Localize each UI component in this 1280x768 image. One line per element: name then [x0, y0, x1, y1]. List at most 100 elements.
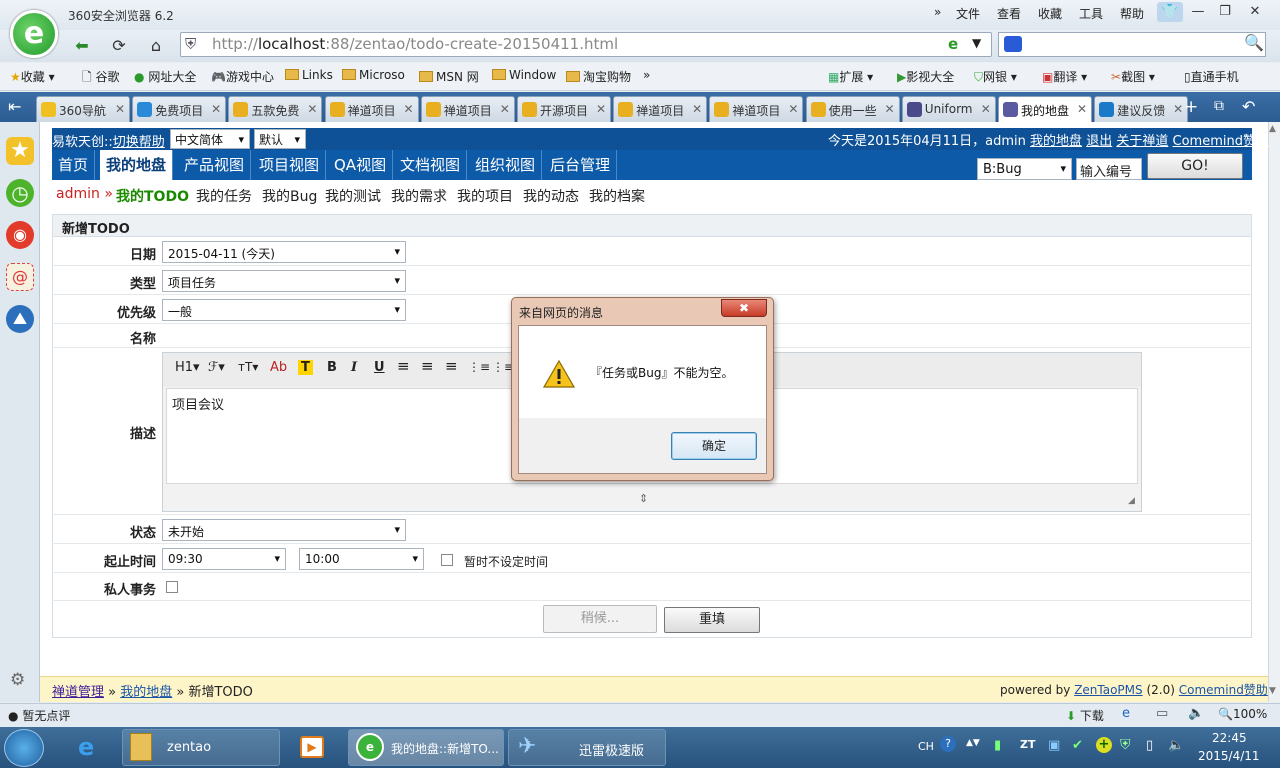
- history-clock-icon[interactable]: ◷: [6, 179, 34, 207]
- resize-handle-icon[interactable]: ⇕: [639, 492, 648, 505]
- tab-6[interactable]: 禅道项目 ✕: [613, 96, 708, 122]
- tray-window-icon[interactable]: ▣: [1048, 738, 1060, 753]
- tab-5[interactable]: 开源项目 ✕: [517, 96, 611, 122]
- nav-project[interactable]: 项目视图: [253, 150, 327, 180]
- highlight-icon[interactable]: T: [298, 360, 313, 375]
- tray-shield-icon[interactable]: ⛨: [1120, 737, 1131, 753]
- resize-corner-icon[interactable]: ◢: [1128, 496, 1135, 506]
- extensions-button[interactable]: ▦扩展 ▾: [828, 68, 873, 85]
- end-time-select[interactable]: 10:00: [299, 548, 424, 570]
- tab-close-icon[interactable]: ✕: [115, 102, 125, 116]
- my-dashboard-link[interactable]: 我的地盘: [1030, 134, 1082, 149]
- settings-gear-icon[interactable]: ⚙: [10, 670, 25, 690]
- scroll-down-icon[interactable]: ▼: [1269, 686, 1276, 696]
- ordered-list-icon[interactable]: ⋮≡: [468, 360, 490, 374]
- tab-7[interactable]: 禅道项目 ✕: [709, 96, 804, 122]
- menu-tools[interactable]: 工具: [1079, 5, 1103, 22]
- tab-close-icon[interactable]: ✕: [1077, 102, 1087, 116]
- underline-icon[interactable]: U: [374, 360, 385, 375]
- subnav-my-bugs[interactable]: 我的Bug: [262, 186, 317, 206]
- bookmark-taobao[interactable]: 淘宝购物: [566, 68, 631, 85]
- italic-icon[interactable]: I: [351, 360, 357, 375]
- scroll-up-icon[interactable]: ▲: [1269, 124, 1276, 134]
- restore-button[interactable]: ❐: [1212, 2, 1238, 22]
- search-input[interactable]: [998, 32, 1266, 57]
- tab-close-icon[interactable]: ✕: [1173, 102, 1183, 116]
- nav-home[interactable]: 首页: [52, 150, 96, 180]
- footer-sponsor-link[interactable]: Comemind赞助: [1179, 683, 1268, 697]
- search-type-select[interactable]: B:Bug: [977, 158, 1072, 180]
- tab-close-icon[interactable]: ✕: [981, 102, 991, 116]
- help-icon[interactable]: ?: [940, 736, 956, 752]
- heading-icon[interactable]: H1▾: [175, 360, 200, 375]
- screenshot-button[interactable]: ✂截图 ▾: [1111, 68, 1155, 85]
- breadcrumb-dashboard[interactable]: 我的地盘: [120, 685, 172, 700]
- skin-icon[interactable]: 👕: [1157, 2, 1183, 22]
- undo-close-icon[interactable]: ↶: [1242, 97, 1255, 116]
- zentao-pms-link[interactable]: ZenTaoPMS: [1074, 683, 1142, 697]
- tab-close-icon[interactable]: ✕: [596, 102, 606, 116]
- nav-doc[interactable]: 文档视图: [394, 150, 468, 180]
- menu-view[interactable]: 查看: [997, 5, 1021, 22]
- subnav-my-projects[interactable]: 我的项目: [457, 186, 513, 206]
- mail-icon[interactable]: @: [6, 263, 34, 291]
- window-mode-icon[interactable]: ▭: [1156, 706, 1168, 721]
- bookmark-games[interactable]: 🎮游戏中心: [211, 68, 274, 85]
- bookmark-windows[interactable]: Window: [492, 68, 556, 82]
- sound-icon[interactable]: 🔈: [1188, 706, 1204, 721]
- subnav-my-profile[interactable]: 我的档案: [589, 186, 645, 206]
- start-button[interactable]: [4, 729, 44, 767]
- bookmark-favorites[interactable]: ★收藏 ▾: [10, 68, 55, 85]
- home-icon[interactable]: ⌂: [143, 34, 169, 58]
- language-select[interactable]: 中文简体: [170, 129, 250, 149]
- url-dropdown-icon[interactable]: ▼: [972, 36, 981, 50]
- clock-date[interactable]: 2015/4/11: [1198, 749, 1260, 763]
- type-select[interactable]: 项目任务: [162, 270, 406, 292]
- subnav-my-todo[interactable]: 我的TODO: [116, 186, 189, 206]
- about-link[interactable]: 关于禅道: [1116, 134, 1168, 149]
- logout-link[interactable]: 退出: [1086, 134, 1112, 149]
- tab-8[interactable]: 使用一些 ✕: [805, 96, 900, 122]
- back-arrow-icon[interactable]: ⬅: [69, 34, 95, 58]
- tab-close-icon[interactable]: ✕: [211, 102, 221, 116]
- tab-1[interactable]: 免费项目 ✕: [132, 96, 227, 122]
- menu-file[interactable]: 文件: [956, 5, 980, 22]
- go-button[interactable]: GO!: [1147, 153, 1243, 179]
- app-icon[interactable]: ⛰: [6, 305, 34, 333]
- url-text[interactable]: http://localhost:88/zentao/todo-create-2…: [212, 35, 618, 53]
- video-button[interactable]: ▶影视大全: [897, 68, 954, 85]
- bookmark-more-icon[interactable]: »: [643, 68, 650, 82]
- tab-close-icon[interactable]: ✕: [692, 102, 702, 116]
- tab-2[interactable]: 五款免费 ✕: [228, 96, 323, 122]
- weibo-icon[interactable]: ◉: [6, 221, 34, 249]
- tab-4[interactable]: 禅道项目 ✕: [420, 96, 515, 122]
- tab-close-icon[interactable]: ✕: [788, 102, 798, 116]
- tab-10[interactable]: 我的地盘 ✕: [998, 96, 1092, 122]
- review-status[interactable]: ● 暂无点评: [8, 707, 70, 724]
- tab-list-icon[interactable]: ⧉: [1214, 98, 1224, 114]
- start-time-select[interactable]: 09:30: [162, 548, 286, 570]
- reset-button[interactable]: 重填: [664, 607, 760, 633]
- time-unset-checkbox[interactable]: [441, 554, 453, 566]
- baidu-paw-icon[interactable]: [1004, 36, 1022, 52]
- new-tab-icon[interactable]: +: [1184, 97, 1198, 117]
- sidebar-toggle-icon[interactable]: ⇤: [8, 97, 21, 116]
- tray-check-icon[interactable]: ✔: [1072, 738, 1083, 753]
- tray-arrows-icon[interactable]: ▲▼: [966, 738, 980, 748]
- bookmark-links[interactable]: Links: [285, 68, 333, 82]
- ie-taskbar-icon[interactable]: e: [78, 733, 94, 761]
- ie-icon[interactable]: e: [1122, 706, 1130, 721]
- nav-admin[interactable]: 后台管理: [544, 150, 618, 180]
- nav-product[interactable]: 产品视图: [178, 150, 252, 180]
- tray-volume-icon[interactable]: 🔈: [1168, 738, 1184, 753]
- subnav-my-stories[interactable]: 我的需求: [391, 186, 447, 206]
- tab-3[interactable]: 禅道项目 ✕: [324, 96, 419, 122]
- menu-help[interactable]: 帮助: [1120, 5, 1144, 22]
- ime-indicator[interactable]: CH: [918, 740, 934, 753]
- align-right-icon[interactable]: ≡: [445, 357, 458, 375]
- tab-11[interactable]: 建议反馈 ✕: [1094, 96, 1189, 122]
- subnav-my-dynamic[interactable]: 我的动态: [523, 186, 579, 206]
- bookmark-google[interactable]: 🗋 谷歌: [82, 68, 120, 89]
- private-checkbox[interactable]: [166, 581, 178, 593]
- tab-close-icon[interactable]: ✕: [404, 102, 414, 116]
